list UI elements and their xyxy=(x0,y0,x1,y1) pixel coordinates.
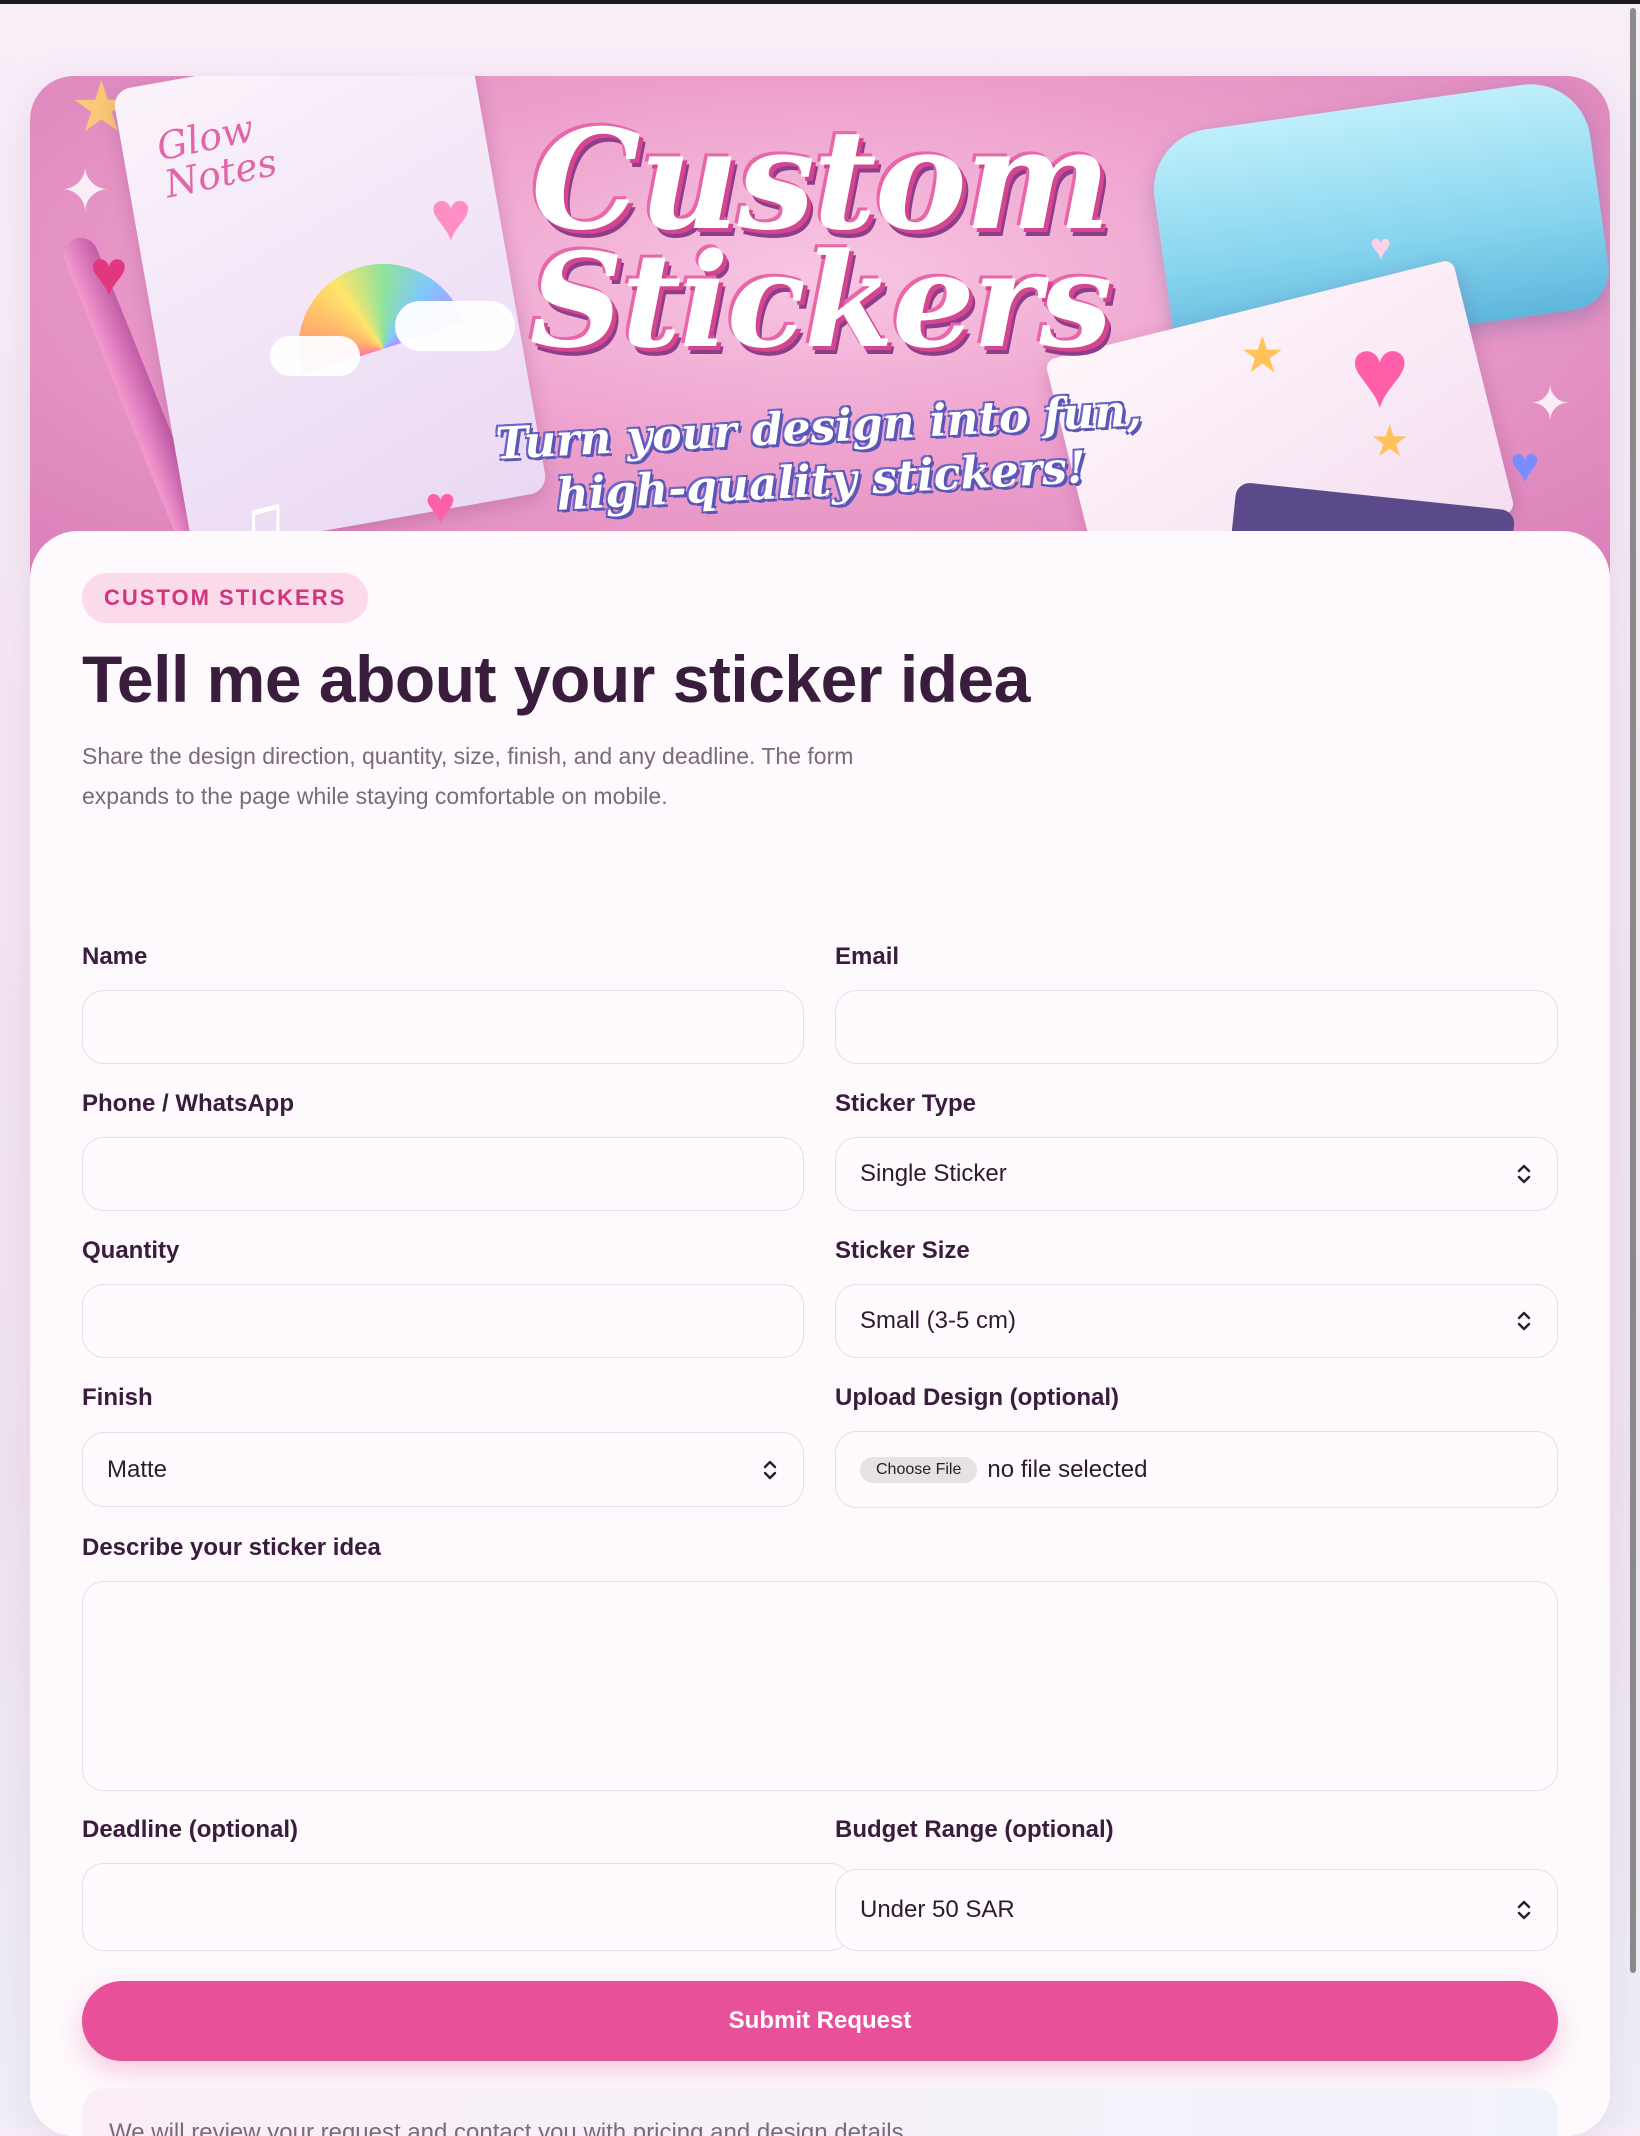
form-panel: CUSTOM STICKERS Tell me about your stick… xyxy=(30,531,1610,2136)
budget-label: Budget Range (optional) xyxy=(835,1816,1114,1843)
finish-select[interactable]: Matte xyxy=(82,1432,804,1507)
upload-design-field: Choose File no file selected xyxy=(835,1431,1558,1508)
page-title: Tell me about your sticker idea xyxy=(82,642,1030,716)
quantity-input[interactable] xyxy=(82,1284,804,1358)
submit-button[interactable]: Submit Request xyxy=(82,1981,1558,2061)
select-arrows-icon xyxy=(1515,1898,1533,1922)
file-status: no file selected xyxy=(987,1455,1148,1483)
choose-file-button[interactable]: Choose File xyxy=(860,1456,978,1483)
describe-textarea[interactable] xyxy=(82,1581,1558,1791)
upload-label: Upload Design (optional) xyxy=(835,1384,1119,1411)
finish-value: Matte xyxy=(107,1455,168,1483)
hero-banner: ✦ ✦ ✦ ★ Glow Notes ♥ ♥ ♫ ♥ ♥ ★ ★ ♥ ♥ Cus… xyxy=(30,76,1610,576)
budget-value: Under 50 SAR xyxy=(860,1896,1015,1923)
info-note: We will review your request and contact … xyxy=(82,2088,1558,2136)
describe-label: Describe your sticker idea xyxy=(82,1534,381,1561)
page-scrollbar[interactable] xyxy=(1630,8,1636,1973)
email-input[interactable] xyxy=(835,990,1558,1064)
budget-select[interactable]: Under 50 SAR xyxy=(835,1869,1558,1951)
select-arrows-icon xyxy=(761,1458,779,1482)
sticker-size-label: Sticker Size xyxy=(835,1237,970,1264)
banner-title-line2: Stickers xyxy=(529,224,1113,377)
window-top-edge xyxy=(0,0,1640,4)
sticker-type-label: Sticker Type xyxy=(835,1090,976,1117)
phone-label: Phone / WhatsApp xyxy=(82,1090,294,1117)
finish-label: Finish xyxy=(82,1384,153,1411)
sticker-size-value: Small (3-5 cm) xyxy=(860,1307,1017,1334)
email-label: Email xyxy=(835,943,900,970)
select-arrows-icon xyxy=(1515,1162,1533,1186)
deadline-input[interactable] xyxy=(82,1863,852,1951)
sticker-size-select[interactable]: Small (3-5 cm) xyxy=(835,1284,1558,1358)
form-card: ✦ ✦ ✦ ★ Glow Notes ♥ ♥ ♫ ♥ ♥ ★ ★ ♥ ♥ Cus… xyxy=(30,76,1610,2136)
quantity-label: Quantity xyxy=(82,1237,180,1264)
sticker-type-select[interactable]: Single Sticker xyxy=(835,1137,1558,1211)
deadline-label: Deadline (optional) xyxy=(82,1816,298,1843)
select-arrows-icon xyxy=(1515,1309,1533,1333)
name-input[interactable] xyxy=(82,990,804,1064)
page-description: Share the design direction, quantity, si… xyxy=(82,743,854,809)
sticker-type-value: Single Sticker xyxy=(860,1160,1007,1187)
name-label: Name xyxy=(82,943,148,970)
phone-input[interactable] xyxy=(82,1137,804,1211)
eyebrow-badge: CUSTOM STICKERS xyxy=(82,573,369,623)
